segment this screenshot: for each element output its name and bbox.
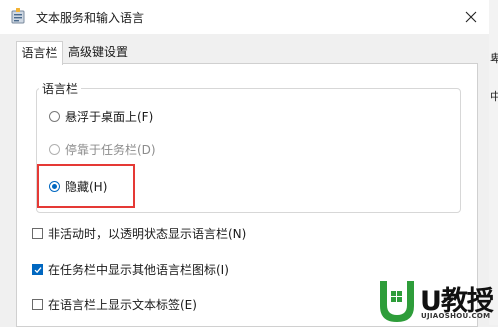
checkmark-icon bbox=[34, 266, 42, 273]
checkbox-label: 在任务栏中显示其他语言栏图标(I) bbox=[48, 262, 229, 277]
text-services-dialog: 文本服务和输入语言 语言栏 高级键设置 语言栏 悬浮于桌面上(F) 停靠于任务栏… bbox=[0, 0, 490, 327]
watermark-logo-icon bbox=[380, 281, 414, 322]
checkbox-label: 在语言栏上显示文本标签(E) bbox=[48, 297, 197, 312]
checkbox-checked[interactable] bbox=[32, 263, 43, 275]
tab-language-bar[interactable]: 语言栏 bbox=[16, 41, 63, 65]
radio-float-on-desktop[interactable]: 悬浮于桌面上(F) bbox=[49, 108, 153, 124]
radio-dock-in-taskbar: 停靠于任务栏(D) bbox=[49, 141, 156, 157]
group-legend: 语言栏 bbox=[39, 80, 82, 97]
checkbox[interactable] bbox=[32, 227, 43, 239]
radio-button[interactable] bbox=[49, 110, 60, 122]
radio-button-disabled bbox=[49, 143, 60, 155]
checkbox-transparent-when-inactive[interactable]: 非活动时，以透明状态显示语言栏(N) bbox=[32, 225, 246, 241]
tab-advanced-key-settings[interactable]: 高级键设置 bbox=[61, 41, 135, 63]
app-icon bbox=[11, 8, 25, 24]
checkbox-label: 非活动时，以透明状态显示语言栏(N) bbox=[48, 226, 247, 241]
close-icon bbox=[465, 11, 476, 23]
radio-label: 悬浮于桌面上(F) bbox=[65, 109, 154, 124]
close-button[interactable] bbox=[452, 0, 489, 34]
background-text: 中 bbox=[490, 90, 498, 103]
checkbox-show-extra-icons[interactable]: 在任务栏中显示其他语言栏图标(I) bbox=[32, 261, 229, 277]
watermark-url: UJIAOSHOU.COM bbox=[421, 312, 491, 320]
radio-label: 停靠于任务栏(D) bbox=[65, 142, 156, 157]
red-highlight-box bbox=[37, 164, 135, 208]
title-bar: 文本服务和输入语言 bbox=[0, 0, 489, 34]
watermark: U教授 UJIAOSHOU.COM bbox=[362, 279, 498, 325]
background-window-strip bbox=[489, 0, 498, 325]
checkbox[interactable] bbox=[32, 298, 43, 310]
checkbox-show-text-labels[interactable]: 在语言栏上显示文本标签(E) bbox=[32, 296, 197, 312]
window-title: 文本服务和输入语言 bbox=[36, 11, 145, 25]
background-text: 卑 bbox=[490, 52, 498, 65]
